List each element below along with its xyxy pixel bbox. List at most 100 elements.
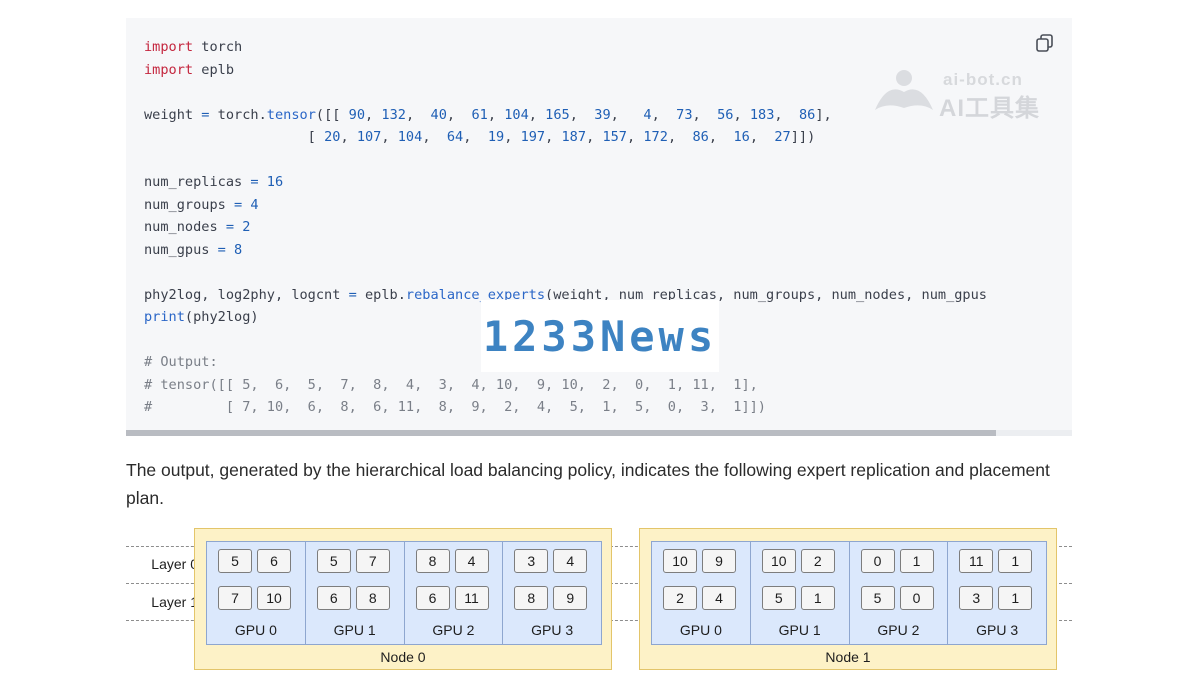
- node-0: 56 7 10 GPU 0 57 68 GPU 1 84 6 11 GPU 2 34…: [194, 528, 612, 670]
- code-token: # tensor([[ 5, 6, 5, 7, 8, 4, 3, 4, 10, …: [144, 376, 758, 393]
- code-token: import: [144, 39, 194, 55]
- code-token: 90: [348, 106, 366, 123]
- expert-cell: 5: [316, 549, 351, 573]
- code-line: # tensor([[ 5, 6, 5, 7, 8, 4, 3, 4, 10, …: [144, 374, 987, 397]
- code-token: 27: [774, 129, 791, 145]
- watermark: ai-bot.cn AI工具集: [873, 68, 1058, 122]
- scrollbar-thumb[interactable]: [126, 430, 996, 436]
- code-line: import eplb: [144, 59, 987, 82]
- code-line: weight = torch.tensor([[ 90, 132, 40, 61…: [144, 104, 987, 127]
- expert-cell: 9: [702, 549, 736, 573]
- code-token: ,: [463, 129, 488, 145]
- code-token: 16: [266, 174, 284, 190]
- code-line: [ 20, 107, 104, 64, 19, 197, 187, 157, 1…: [144, 126, 987, 149]
- node-label: Node 1: [825, 649, 871, 665]
- code-token: num_nodes: [144, 219, 226, 235]
- code-token: 64: [446, 129, 464, 145]
- expert-placement-diagram: Layer 0 Layer 1 56 7 10 GPU 0 57 68 GPU 1…: [0, 520, 1200, 675]
- expert-cell: 10: [663, 549, 697, 573]
- code-token: =: [217, 241, 226, 258]
- code-token: ,: [651, 106, 677, 123]
- expert-cell: 2: [663, 586, 697, 610]
- code-token: ,: [569, 106, 595, 123]
- code-token: ,: [774, 106, 799, 123]
- code-token: =: [250, 174, 259, 190]
- expert-cell: 6: [257, 549, 291, 573]
- code-token: num_groups: [144, 196, 235, 213]
- code-token: import: [144, 61, 194, 78]
- expert-cell: 8: [355, 586, 390, 610]
- code-token: ],: [815, 106, 832, 123]
- news-overlay-text: 1233News: [482, 311, 718, 361]
- node-label: Node 0: [380, 649, 426, 665]
- code-token: ,: [708, 129, 734, 145]
- copy-icon[interactable]: [1034, 32, 1056, 54]
- description-text: The output, generated by the hierarchica…: [126, 460, 1050, 508]
- node-1: 10 9 24 GPU 0 10 2 51 GPU 1 01 50 GPU 2 11…: [639, 528, 1057, 670]
- code-token: ]]): [790, 129, 816, 145]
- code-token: 157: [602, 129, 627, 145]
- code-token: ,: [422, 129, 447, 145]
- expert-cell: 4: [553, 549, 588, 573]
- code-token: ,: [610, 106, 644, 123]
- layer-label-0: Layer 0: [151, 556, 198, 572]
- news-overlay-badge: 1233News: [481, 300, 719, 372]
- gpu-label: GPU 1: [778, 622, 821, 638]
- code-token: (phy2log): [184, 309, 259, 325]
- code-token: ,: [586, 129, 603, 145]
- code-token: 172: [643, 129, 668, 145]
- code-token: ,: [627, 129, 644, 145]
- code-token: eplb.: [356, 286, 406, 303]
- horizontal-scrollbar[interactable]: [126, 430, 1072, 436]
- expert-cell: 5: [860, 586, 895, 610]
- code-token: num_replicas: [144, 174, 251, 190]
- expert-cell: 6: [316, 586, 351, 610]
- gpu-0: 10 9 24 GPU 0: [652, 542, 751, 644]
- expert-cell: 0: [899, 586, 934, 610]
- code-token: ,: [667, 129, 693, 145]
- gpu-label: GPU 2: [432, 622, 475, 638]
- gpu-2: 84 6 11 GPU 2: [405, 542, 504, 644]
- gpu-3: 11 1 31 GPU 3: [948, 542, 1046, 644]
- code-token: =: [348, 286, 357, 303]
- expert-cell: 1: [800, 586, 835, 610]
- code-token: 8: [234, 241, 243, 258]
- code-line: # [ 7, 10, 6, 8, 6, 11, 8, 9, 2, 4, 5, 1…: [144, 396, 987, 419]
- expert-cell: 3: [959, 586, 994, 610]
- code-token: ,: [446, 106, 472, 123]
- watermark-url: ai-bot.cn: [943, 70, 1023, 89]
- expert-cell: 1: [998, 549, 1033, 573]
- code-token: 183: [749, 106, 775, 123]
- expert-cell: 2: [800, 549, 835, 573]
- code-line: num_gpus = 8: [144, 239, 987, 262]
- code-token: [: [144, 129, 325, 145]
- code-block: import torch import eplb weight = torch.t…: [126, 18, 1072, 436]
- gpu-1: 10 2 51 GPU 1: [751, 542, 850, 644]
- code-token: 40: [430, 106, 447, 123]
- code-token: 20: [324, 129, 341, 145]
- expert-cell: 8: [415, 549, 450, 573]
- expert-cell: 1: [899, 549, 934, 573]
- code-token: =: [234, 196, 243, 213]
- code-token: 104: [504, 106, 529, 123]
- code-token: 86: [798, 106, 816, 123]
- expert-cell: 11: [454, 586, 489, 610]
- code-line: num_groups = 4: [144, 194, 987, 217]
- expert-cell: 10: [761, 549, 796, 573]
- gpu-label: GPU 1: [333, 622, 376, 638]
- expert-cell: 5: [218, 549, 252, 573]
- code-token: 2: [242, 219, 251, 235]
- code-token: phy2log, log2phy, logcnt: [144, 286, 349, 303]
- code-token: num_gpus: [144, 241, 218, 258]
- code-line: num_nodes = 2: [144, 216, 987, 239]
- code-token: 56: [717, 106, 734, 123]
- watermark-brand: AI工具集: [939, 95, 1040, 122]
- expert-cell: 4: [702, 586, 736, 610]
- code-token: print: [144, 309, 185, 325]
- code-token: ,: [381, 129, 398, 145]
- code-token: 107: [356, 129, 382, 145]
- code-token: ,: [749, 129, 775, 145]
- code-token: torch: [193, 39, 243, 55]
- gpu-label: GPU 0: [234, 622, 277, 638]
- code-token: ,: [487, 106, 505, 123]
